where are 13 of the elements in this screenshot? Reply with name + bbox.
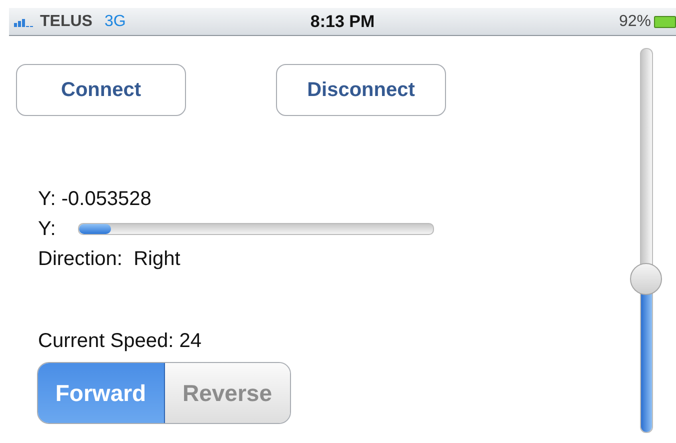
- slider-thumb[interactable]: [630, 262, 662, 295]
- speed-label: Current Speed: 24: [38, 329, 202, 354]
- action-button[interactable]: Connect: [16, 64, 186, 116]
- vertical-slider[interactable]: [629, 48, 663, 436]
- carrier-name: TELUS: [40, 12, 92, 30]
- clock-time: 8:13 PM: [310, 12, 375, 32]
- direction-label: Direction: Right: [38, 247, 182, 272]
- battery-percent: 92%: [618, 12, 651, 30]
- network-type: 3G: [104, 12, 126, 30]
- y-value-label: Y: -0.053528: [38, 187, 152, 212]
- battery-icon: [654, 16, 676, 28]
- action-button[interactable]: Disconnect: [276, 64, 446, 116]
- y-bar-label: Y:: [38, 217, 56, 242]
